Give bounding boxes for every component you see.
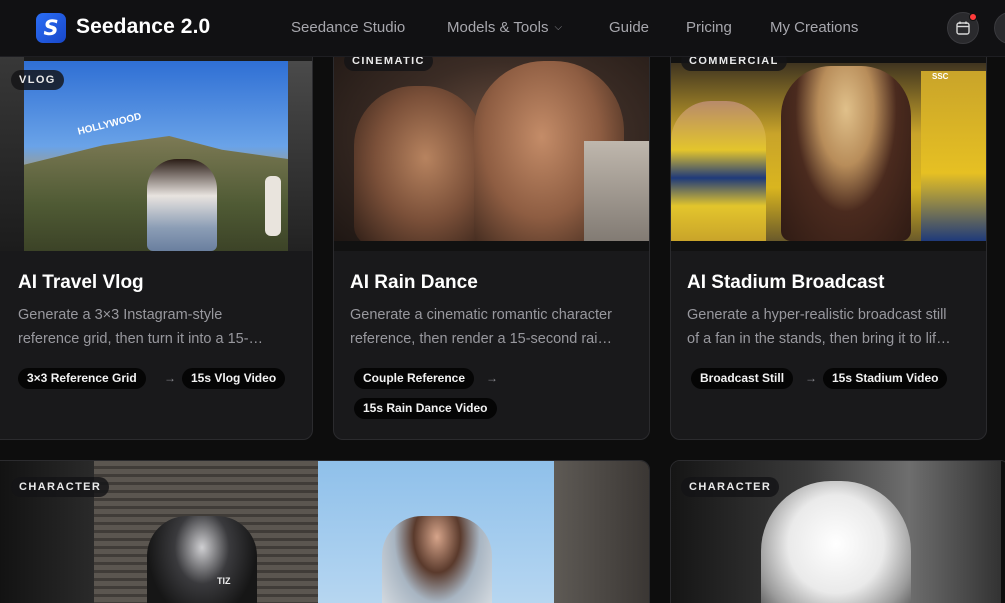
- category-badge: CHARACTER: [11, 477, 110, 497]
- card-description: Generate a 3×3 Instagram-style reference…: [18, 307, 264, 347]
- card-title: AI Stadium Broadcast: [687, 272, 885, 293]
- card-thumbnail: SSC: [671, 41, 986, 251]
- step-chip: 3×3 Reference Grid: [18, 368, 146, 389]
- template-card-character-dance[interactable]: TIZ CHARACTER: [0, 460, 650, 603]
- arrow-right-icon: →: [486, 371, 498, 385]
- arrow-right-icon: →: [805, 371, 817, 385]
- step-chip: Couple Reference: [354, 368, 475, 389]
- calendar-button[interactable]: [947, 12, 979, 44]
- nav-item-models-tools[interactable]: Models & Tools ⌵: [447, 19, 562, 36]
- seedance-logo-icon[interactable]: S: [36, 13, 66, 43]
- card-description: Generate a hyper-realistic broadcast sti…: [687, 307, 951, 347]
- shirt-text: TIZ: [217, 576, 231, 586]
- card-description: Generate a cinematic romantic character …: [350, 307, 612, 347]
- category-badge: VLOG: [11, 70, 64, 90]
- broadcast-logo-text: SSC: [932, 72, 949, 81]
- template-card-character-portrait[interactable]: CHARACTER: [670, 460, 1005, 603]
- nav-item-seedance-studio[interactable]: Seedance Studio: [291, 19, 405, 36]
- calendar-icon: [956, 21, 970, 35]
- template-card-rain-dance[interactable]: CINEMATIC AI Rain Dance Generate a cinem…: [333, 40, 650, 440]
- card-title: AI Travel Vlog: [18, 272, 144, 293]
- notification-dot: [969, 13, 977, 21]
- step-chip: 15s Stadium Video: [823, 368, 948, 389]
- chevron-down-icon: ⌵: [554, 22, 563, 33]
- top-navigation-bar: S Seedance 2.0 Seedance Studio Models & …: [0, 0, 1005, 57]
- card-title: AI Rain Dance: [350, 272, 478, 293]
- template-card-travel-vlog[interactable]: HOLLYWOOD VLOG AI Travel Vlog Generate a…: [0, 40, 313, 440]
- nav-item-guide[interactable]: Guide: [609, 19, 649, 36]
- card-thumbnail: [334, 41, 649, 251]
- template-card-stadium-broadcast[interactable]: SSC COMMERCIAL AI Stadium Broadcast Gene…: [670, 40, 987, 440]
- nav-item-my-creations[interactable]: My Creations: [770, 19, 858, 36]
- brand-name[interactable]: Seedance 2.0: [76, 15, 210, 39]
- step-chip: Broadcast Still: [691, 368, 794, 389]
- step-chip: 15s Vlog Video: [182, 368, 286, 389]
- user-avatar-button[interactable]: [994, 12, 1005, 44]
- arrow-right-icon: →: [164, 371, 176, 385]
- step-chip: 15s Rain Dance Video: [354, 398, 497, 419]
- nav-item-pricing[interactable]: Pricing: [686, 19, 732, 36]
- category-badge: CHARACTER: [681, 477, 780, 497]
